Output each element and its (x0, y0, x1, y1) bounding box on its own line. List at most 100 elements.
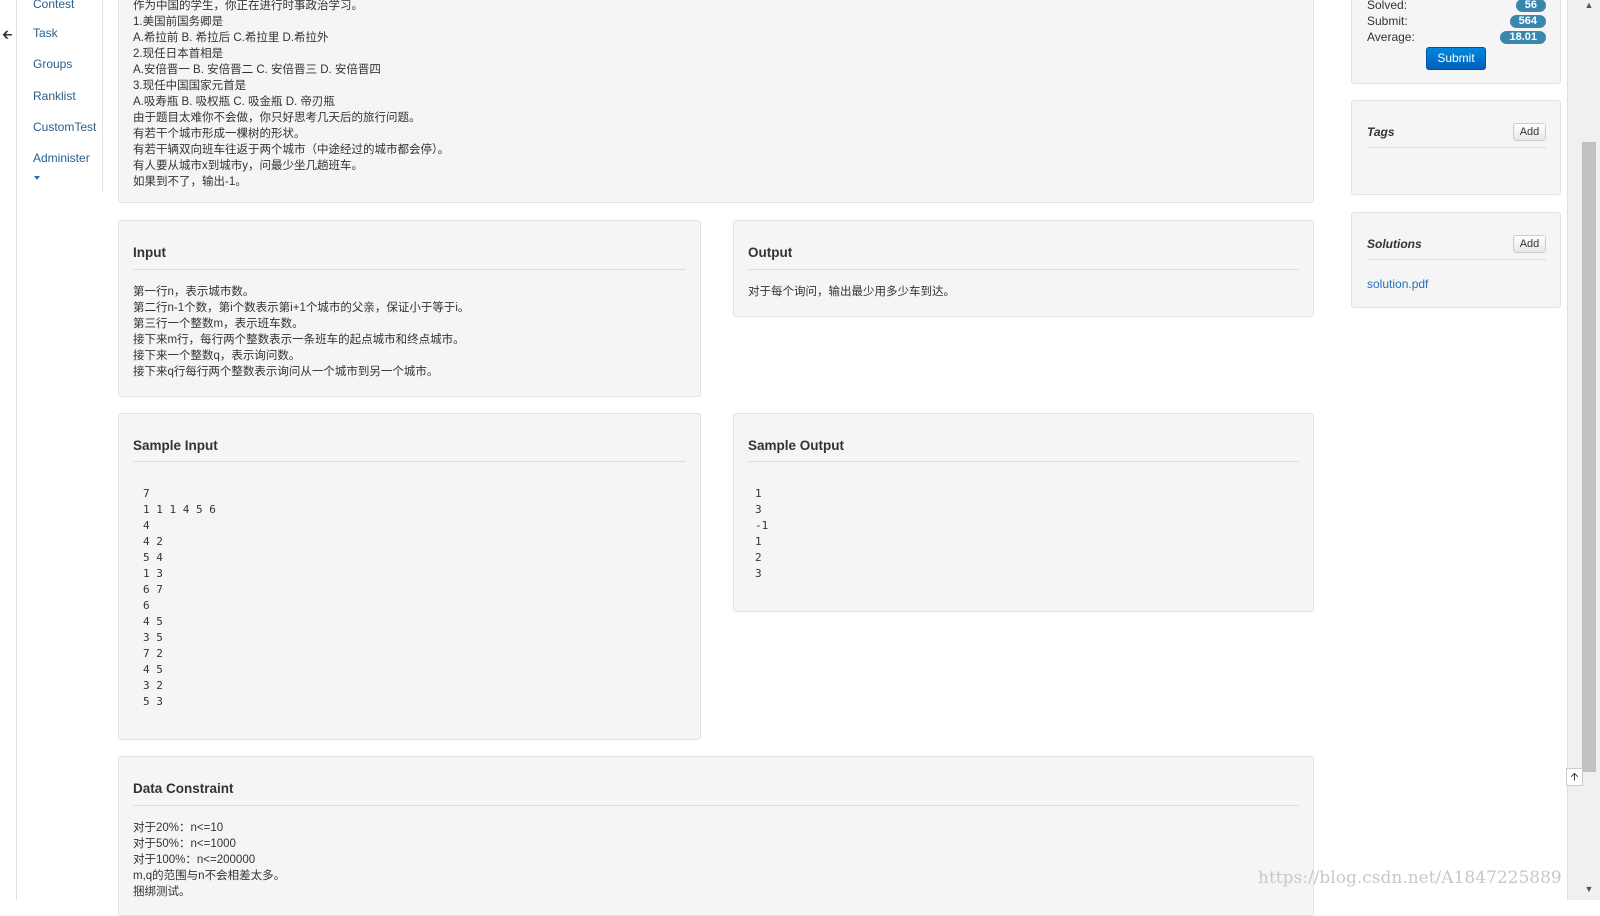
sample-input-line: 1 1 1 4 5 6 (143, 503, 216, 516)
sample-input-line: 3 2 (143, 679, 163, 692)
input-line: 接下来q行每行两个整数表示询问从一个城市到另一个城市。 (133, 366, 439, 378)
description-line: 由于题目太难你不会做，你只好思考几天后的旅行问题。 (133, 112, 421, 124)
input-line: 第一行n，表示城市数。 (133, 286, 255, 298)
arrow-up-icon[interactable]: 🡩 (1566, 768, 1583, 786)
watermark: https://blog.csdn.net/A1847225889 (1258, 868, 1562, 888)
page-scrollbar[interactable]: ▲ ▼ (1567, 0, 1600, 900)
sample-input-line: 1 3 (143, 567, 163, 580)
divider (748, 269, 1299, 270)
submit-label: Submit: (1367, 14, 1408, 28)
sidebar-nav: Contest Task Groups Ranklist CustomTest … (17, 0, 103, 192)
sample-output-title: Sample Output (748, 438, 845, 453)
input-line: 第三行一个整数m，表示班车数。 (133, 318, 304, 330)
stat-solved: Solved: 56 (1367, 0, 1546, 13)
tags-title: Tags (1367, 125, 1395, 139)
description-line: 2.现任日本首相是 (133, 48, 224, 60)
output-text: 对于每个询问，输出最少用多少车到达。 (748, 284, 1299, 300)
average-label: Average: (1367, 30, 1415, 44)
solved-label: Solved: (1367, 0, 1408, 12)
sample-input-line: 5 3 (143, 695, 163, 708)
nav-customtest[interactable]: CustomTest (33, 120, 96, 134)
divider (133, 461, 686, 462)
divider (1367, 259, 1546, 260)
submit-badge: 564 (1509, 15, 1546, 28)
constraint-line: 对于50%：n<=1000 (133, 838, 236, 850)
input-title: Input (133, 245, 166, 260)
sample-input-line: 4 2 (143, 535, 163, 548)
nav-ranklist[interactable]: Ranklist (33, 89, 76, 103)
stat-submit: Submit: 564 (1367, 14, 1546, 29)
left-strip: 🡰 (0, 0, 17, 900)
description-text: 作为中国的学生，你正在进行时事政治学习。 1.美国前国务卿是 A.希拉前 B. 希拉… (133, 0, 1299, 190)
sample-output-line: 1 (755, 535, 762, 548)
description-line: 有人要从城市x到城市y，问最少坐几趟班车。 (133, 160, 363, 172)
average-badge: 18.01 (1500, 31, 1546, 44)
scroll-down-icon[interactable]: ▼ (1582, 884, 1596, 898)
description-line: 1.美国前国务卿是 (133, 16, 224, 28)
divider (748, 461, 1299, 462)
description-line: A.吸寿瓶 B. 吸权瓶 C. 吸金瓶 D. 帝刃瓶 (133, 96, 335, 108)
scroll-thumb[interactable] (1582, 142, 1596, 772)
output-title: Output (748, 245, 793, 260)
sample-output-line: -1 (755, 519, 769, 532)
stats-panel: Solved: 56 Submit: 564 Average: 18.01 Su… (1351, 0, 1561, 84)
nav-contest[interactable]: Contest (33, 0, 74, 11)
submit-button[interactable]: Submit (1426, 47, 1486, 70)
add-tag-button[interactable]: Add (1513, 123, 1546, 141)
description-line: A.希拉前 B. 希拉后 C.希拉里 D.希拉外 (133, 32, 329, 44)
scroll-up-icon[interactable]: ▲ (1582, 0, 1596, 14)
data-constraint-title: Data Constraint (133, 781, 234, 796)
input-line: 接下来m行，每行两个整数表示一条班车的起点城市和终点城市。 (133, 334, 465, 346)
nav-task[interactable]: Task (33, 26, 58, 40)
output-line: 对于每个询问，输出最少用多少车到达。 (748, 286, 955, 298)
constraint-line: 对于20%：n<=10 (133, 822, 224, 834)
solution-file-link[interactable]: solution.pdf (1367, 277, 1428, 291)
data-constraint-text: 对于20%：n<=10 对于50%：n<=1000 对于100%：n<=200000… (133, 820, 1299, 900)
divider (133, 269, 686, 270)
description-line: 作为中国的学生，你正在进行时事政治学习。 (133, 0, 363, 12)
input-panel: Input 第一行n，表示城市数。第二行n-1个数，第i个数表示第i+1个城市的… (118, 220, 701, 397)
chevron-down-icon[interactable] (34, 176, 40, 180)
description-line: A.安倍晋一 B. 安倍晋二 C. 安倍晋三 D. 安倍晋四 (133, 64, 381, 76)
sample-output-line: 2 (755, 551, 762, 564)
input-line: 接下来一个整数q，表示询问数。 (133, 350, 301, 362)
sample-output-line: 3 (755, 567, 762, 580)
description-panel: 作为中国的学生，你正在进行时事政治学习。 1.美国前国务卿是 A.希拉前 B. 希拉… (118, 0, 1314, 203)
tags-panel: Tags Add (1351, 100, 1561, 195)
sample-input-line: 7 (143, 487, 150, 500)
solutions-title: Solutions (1367, 237, 1422, 251)
constraint-line: m,q的范围与n不会相差太多。 (133, 870, 286, 882)
divider (133, 805, 1299, 806)
sample-input-line: 7 2 (143, 647, 163, 660)
sample-input-line: 4 5 (143, 615, 163, 628)
sample-input-line: 6 7 (143, 583, 163, 596)
description-line: 3.现任中国国家元首是 (133, 80, 247, 92)
add-solution-button[interactable]: Add (1513, 235, 1546, 253)
divider (1367, 147, 1546, 148)
output-panel: Output 对于每个询问，输出最少用多少车到达。 (733, 220, 1314, 317)
sample-output-line: 3 (755, 503, 762, 516)
sample-input-line: 4 (143, 519, 150, 532)
solved-badge: 56 (1515, 0, 1546, 12)
sample-input-line: 3 5 (143, 631, 163, 644)
input-text: 第一行n，表示城市数。第二行n-1个数，第i个数表示第i+1个城市的父亲，保证小… (133, 284, 686, 380)
description-line: 如果到不了，输出-1。 (133, 176, 247, 188)
sample-output-text: 1 3 -1 1 2 3 (755, 486, 1299, 582)
nav-groups[interactable]: Groups (33, 57, 72, 71)
solutions-panel: Solutions Add solution.pdf (1351, 212, 1561, 308)
sample-input-line: 4 5 (143, 663, 163, 676)
description-line: 有若干辆双向班车往返于两个城市（中途经过的城市都会停）。 (133, 144, 450, 156)
sample-input-panel: Sample Input 7 1 1 1 4 5 6 4 4 2 5 4 1 3 6 7 6 4… (118, 413, 701, 740)
sample-input-line: 5 4 (143, 551, 163, 564)
sample-output-line: 1 (755, 487, 762, 500)
constraint-line: 捆绑测试。 (133, 886, 191, 898)
description-line: 有若干个城市形成一棵树的形状。 (133, 128, 306, 140)
sample-input-text: 7 1 1 1 4 5 6 4 4 2 5 4 1 3 6 7 6 4 5 3 5 7 2 4 5 3 … (143, 486, 686, 710)
sample-input-title: Sample Input (133, 438, 218, 453)
sample-output-panel: Sample Output 1 3 -1 1 2 3 (733, 413, 1314, 612)
stat-average: Average: 18.01 (1367, 30, 1546, 45)
nav-administer[interactable]: Administer (33, 151, 90, 165)
data-constraint-panel: Data Constraint 对于20%：n<=10 对于50%：n<=1000… (118, 756, 1314, 916)
arrow-left-icon[interactable]: 🡰 (2, 28, 13, 42)
input-line: 第二行n-1个数，第i个数表示第i+1个城市的父亲，保证小于等于i。 (133, 302, 470, 314)
